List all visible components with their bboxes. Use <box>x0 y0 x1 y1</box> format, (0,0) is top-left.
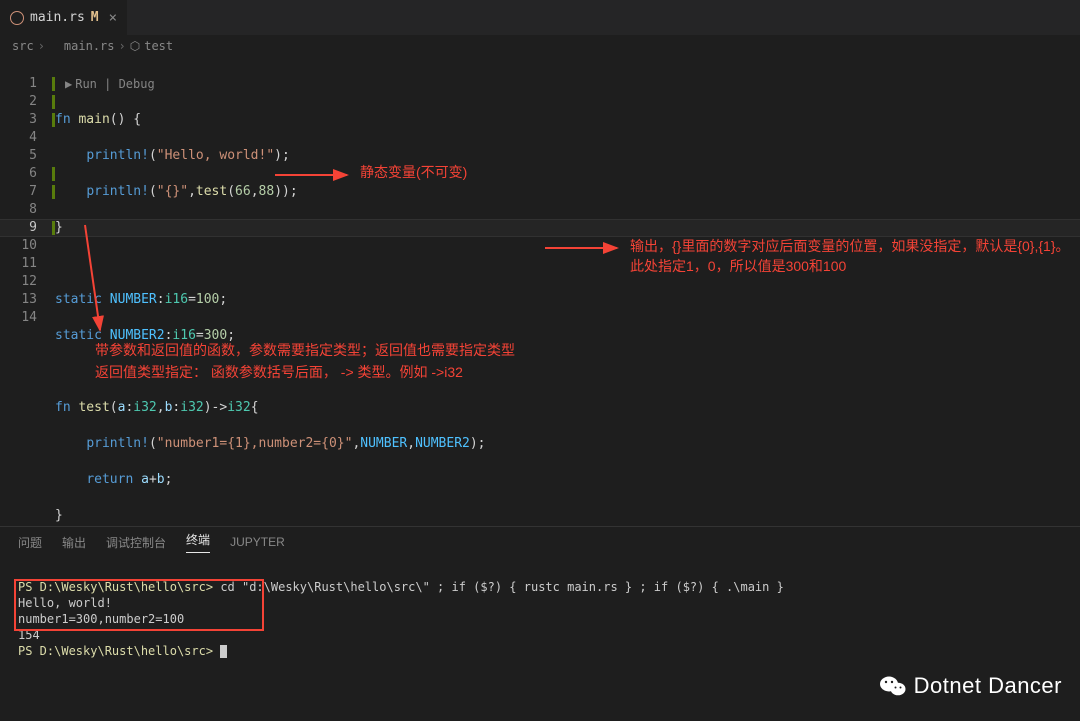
symbol-icon: ⬡ <box>130 39 140 53</box>
line-number: 4 <box>0 129 37 147</box>
terminal-output: Hello, world! <box>18 596 112 610</box>
arrow-icon <box>275 167 355 186</box>
line-number: 1 <box>0 75 37 93</box>
codelens[interactable]: ▶Run | Debug <box>55 75 486 93</box>
tab-modified-indicator: M <box>91 10 99 25</box>
line-number: 5 <box>0 147 37 165</box>
wechat-icon <box>880 675 906 697</box>
tab-bar: main.rs M × <box>0 0 1080 35</box>
line-number: 14 <box>0 309 37 327</box>
line-number: 6 <box>0 165 37 183</box>
line-number: 12 <box>0 273 37 291</box>
line-number: 2 <box>0 93 37 111</box>
line-number: 13 <box>0 291 37 309</box>
crumb-symbol[interactable]: test <box>144 39 173 53</box>
panel-tab-jupyter[interactable]: JUPYTER <box>230 535 285 549</box>
terminal-prompt: PS D:\Wesky\Rust\hello\src> <box>18 580 213 594</box>
line-number: 7 <box>0 183 37 201</box>
arrow-icon <box>80 225 110 339</box>
line-number: 3 <box>0 111 37 129</box>
panel-tab-terminal[interactable]: 终端 <box>186 531 210 553</box>
close-icon[interactable]: × <box>109 10 117 26</box>
tab-filename: main.rs <box>30 10 85 25</box>
terminal-output: 154 <box>18 628 40 642</box>
crumb-folder[interactable]: src <box>12 39 34 53</box>
cursor <box>220 645 227 658</box>
line-number: 11 <box>0 255 37 273</box>
breadcrumb: src › main.rs › ⬡ test <box>0 35 1080 57</box>
line-number: 10 <box>0 237 37 255</box>
annotation-static: 静态变量(不可变) <box>360 162 467 182</box>
panel-tab-problems[interactable]: 问题 <box>18 534 42 551</box>
terminal-cmd: cd "d:\Wesky\Rust\hello\src\" ; if ($?) … <box>220 580 784 594</box>
chevron-right-icon: › <box>119 39 126 53</box>
crumb-file[interactable]: main.rs <box>64 39 115 53</box>
watermark-text: Dotnet Dancer <box>914 673 1062 699</box>
annotation-output: 输出，{}里面的数字对应后面变量的位置，如果没指定，默认是{0},{1}。此处指… <box>630 236 1070 276</box>
arrow-icon <box>545 240 625 259</box>
panel-tab-debug[interactable]: 调试控制台 <box>106 534 166 551</box>
play-icon: ▶ <box>65 77 75 91</box>
panel-tabs: 问题 输出 调试控制台 终端 JUPYTER <box>0 527 1080 557</box>
panel-tab-output[interactable]: 输出 <box>62 534 86 551</box>
tab-mainrs[interactable]: main.rs M × <box>0 0 127 35</box>
rust-icon <box>49 41 60 52</box>
annotation-func-line1: 带参数和返回值的函数，参数需要指定类型；返回值也需要指定类型 <box>95 340 515 360</box>
rust-icon <box>10 11 24 25</box>
terminal-output: number1=300,number2=100 <box>18 612 184 626</box>
chevron-right-icon: › <box>38 39 45 53</box>
watermark: Dotnet Dancer <box>880 673 1062 699</box>
annotation-func-line2: 返回值类型指定： 函数参数括号后面， -> 类型。例如 ->i32 <box>95 362 463 382</box>
line-number: 8 <box>0 201 37 219</box>
terminal-prompt: PS D:\Wesky\Rust\hello\src> <box>18 644 213 658</box>
